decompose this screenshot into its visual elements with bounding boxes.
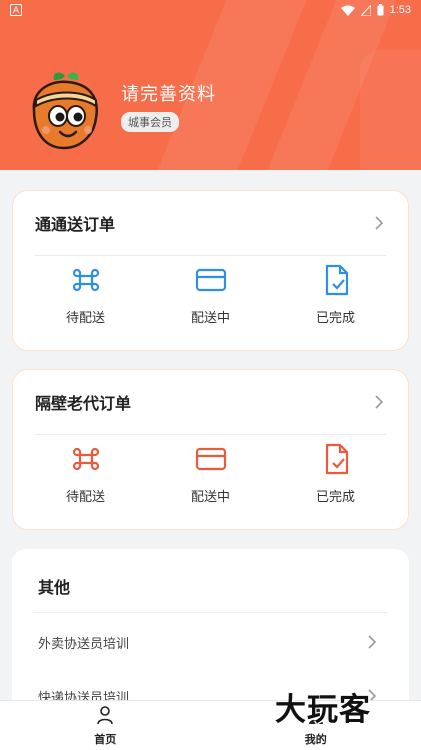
nickname[interactable]: 请完善资料	[121, 80, 216, 106]
nav-label: 首页	[94, 733, 117, 746]
status-label: 已完成	[315, 310, 355, 325]
divider	[34, 612, 387, 613]
divider	[35, 255, 386, 256]
status-completed[interactable]: 已完成	[291, 263, 381, 326]
order-card-tongtongsong: 通通送订单 待配送 配送中 已完成	[12, 190, 409, 351]
card-header[interactable]: 通通送订单	[13, 191, 408, 255]
status-row: 待配送 配送中 已完成	[13, 263, 408, 326]
card-icon	[195, 268, 226, 292]
list-item-takeaway-training[interactable]: 外卖协送员培训	[38, 627, 379, 657]
status-label: 已完成	[315, 489, 355, 504]
member-level-badge: 城事会员	[121, 112, 179, 132]
notification-badge-icon: A	[10, 4, 23, 16]
header-decoration	[360, 50, 421, 170]
card-icon	[195, 447, 226, 471]
avatar[interactable]	[24, 70, 106, 152]
status-label: 待配送	[65, 310, 105, 325]
status-pending[interactable]: 待配送	[41, 263, 131, 326]
section-title: 其他	[38, 580, 71, 597]
command-icon	[72, 268, 99, 292]
status-pending[interactable]: 待配送	[41, 442, 131, 505]
nav-home[interactable]: 首页	[50, 701, 160, 750]
battery-icon	[377, 4, 384, 16]
divider	[35, 434, 386, 435]
card-header[interactable]: 隔壁老代订单	[13, 370, 408, 434]
status-bar: A 1:53	[0, 0, 421, 20]
file-check-icon	[325, 264, 348, 296]
chevron-right-icon[interactable]	[372, 395, 386, 409]
command-icon	[72, 447, 99, 471]
status-completed[interactable]: 已完成	[291, 442, 381, 505]
status-label: 配送中	[190, 310, 230, 325]
signal-icon	[360, 4, 371, 16]
file-check-icon	[325, 443, 348, 475]
card-title: 通通送订单	[35, 217, 116, 234]
watermark: 大玩客	[275, 692, 371, 728]
list-item-label: 外卖协送员培训	[38, 635, 130, 651]
person-icon	[97, 705, 114, 724]
status-label: 待配送	[65, 489, 105, 504]
card-title: 隔壁老代订单	[35, 396, 132, 413]
chevron-right-icon[interactable]	[372, 216, 386, 230]
status-delivering[interactable]: 配送中	[166, 442, 256, 505]
order-card-gebilaodai: 隔壁老代订单 待配送 配送中 已完成	[12, 369, 409, 530]
status-label: 配送中	[190, 489, 230, 504]
status-delivering[interactable]: 配送中	[166, 263, 256, 326]
nav-label: 我的	[304, 733, 327, 746]
wifi-icon	[340, 5, 355, 16]
clock-time: 1:53	[389, 4, 411, 16]
profile-header: A 1:53 请完善资料 城事会员	[0, 0, 421, 170]
chevron-right-icon	[368, 635, 377, 649]
status-row: 待配送 配送中 已完成	[13, 442, 408, 505]
